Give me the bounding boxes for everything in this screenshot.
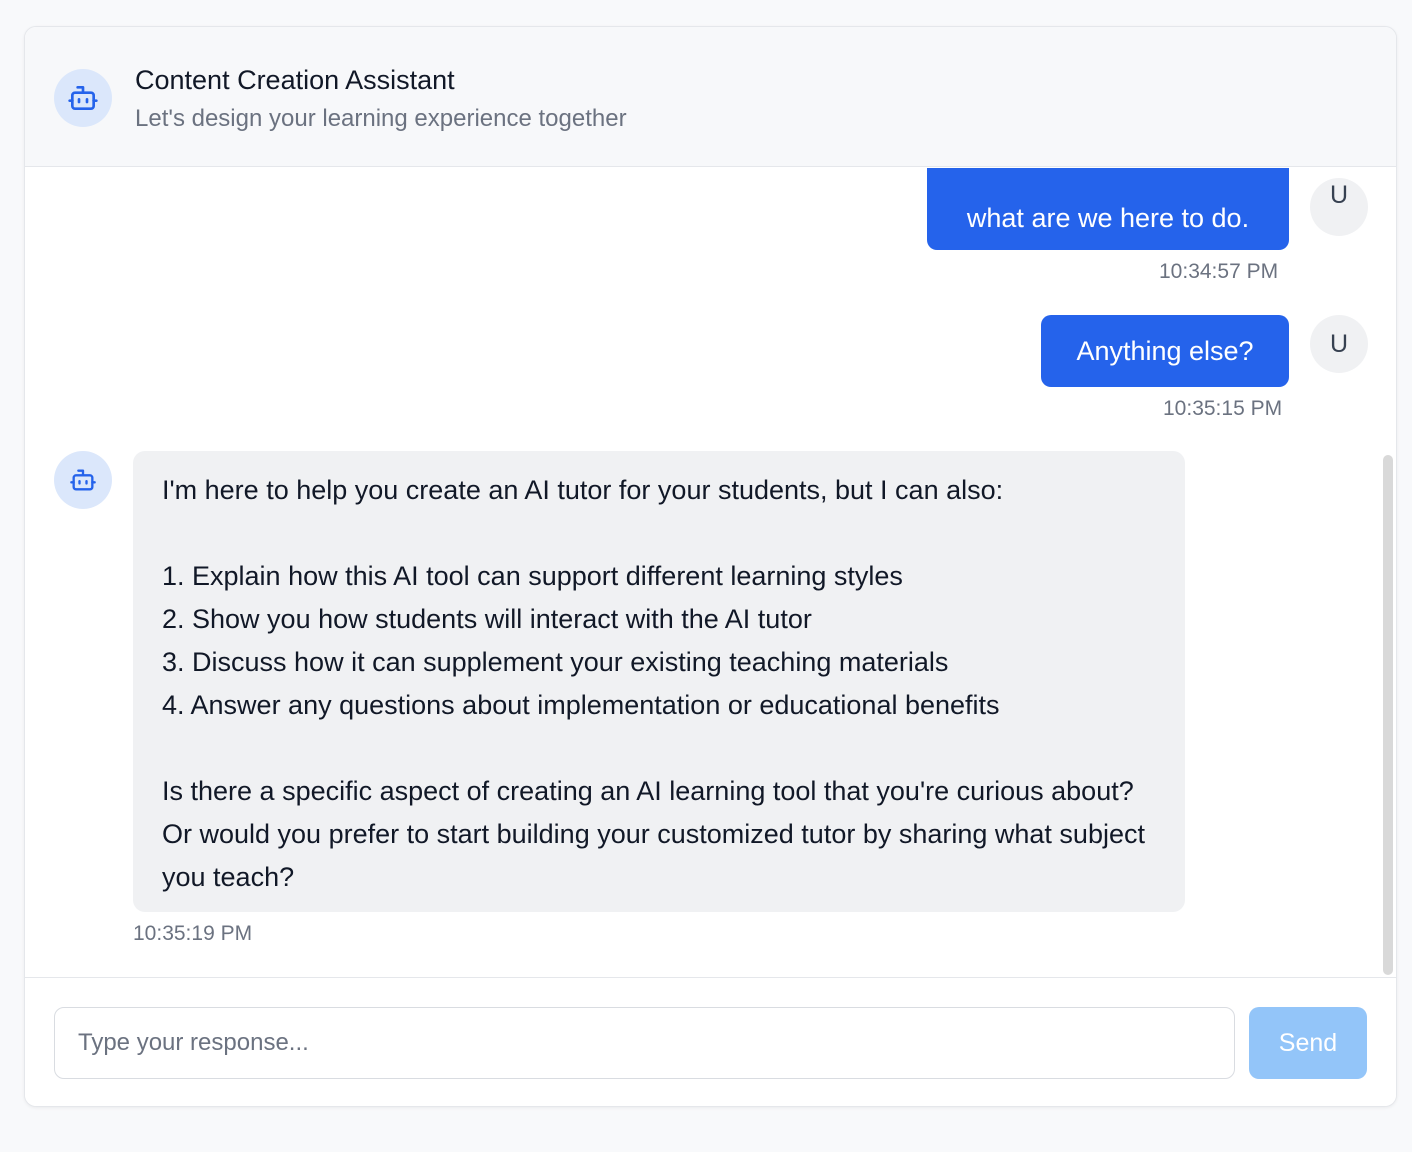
chat-header: Content Creation Assistant Let's design …	[25, 27, 1396, 167]
composer: Send	[25, 977, 1396, 1106]
assistant-avatar	[54, 69, 112, 127]
message-list[interactable]: what are we here to do. U 10:34:57 PM An…	[25, 168, 1396, 977]
message-text: Anything else?	[1076, 335, 1254, 366]
user-message-bubble: what are we here to do.	[927, 168, 1289, 250]
response-input[interactable]	[54, 1007, 1235, 1079]
list-item: 4. Answer any questions about implementa…	[162, 690, 1000, 720]
send-button[interactable]: Send	[1249, 1007, 1367, 1079]
scrollbar[interactable]	[1380, 168, 1394, 977]
assistant-message-bubble: I'm here to help you create an AI tutor …	[133, 451, 1185, 912]
user-avatar: U	[1310, 178, 1368, 236]
list-item: 1. Explain how this AI tool can support …	[162, 561, 903, 591]
message-intro: I'm here to help you create an AI tutor …	[162, 475, 1004, 505]
robot-icon	[68, 86, 98, 110]
assistant-avatar	[54, 451, 112, 509]
chat-panel: Content Creation Assistant Let's design …	[24, 26, 1397, 1107]
list-item: 3. Discuss how it can supplement your ex…	[162, 647, 949, 677]
robot-icon	[70, 469, 96, 491]
scrollbar-thumb[interactable]	[1383, 455, 1393, 975]
message-closing: Is there a specific aspect of creating a…	[162, 776, 1145, 892]
user-avatar: U	[1310, 315, 1368, 373]
user-message-bubble: Anything else?	[1041, 315, 1289, 387]
message-timestamp: 10:35:19 PM	[133, 922, 253, 945]
message-text: what are we here to do.	[966, 202, 1250, 233]
page-title: Content Creation Assistant	[135, 65, 455, 95]
message-timestamp: 10:35:15 PM	[1163, 397, 1283, 420]
message-timestamp: 10:34:57 PM	[1159, 260, 1279, 283]
page-subtitle: Let's design your learning experience to…	[135, 105, 627, 132]
list-item: 2. Show you how students will interact w…	[162, 604, 812, 634]
